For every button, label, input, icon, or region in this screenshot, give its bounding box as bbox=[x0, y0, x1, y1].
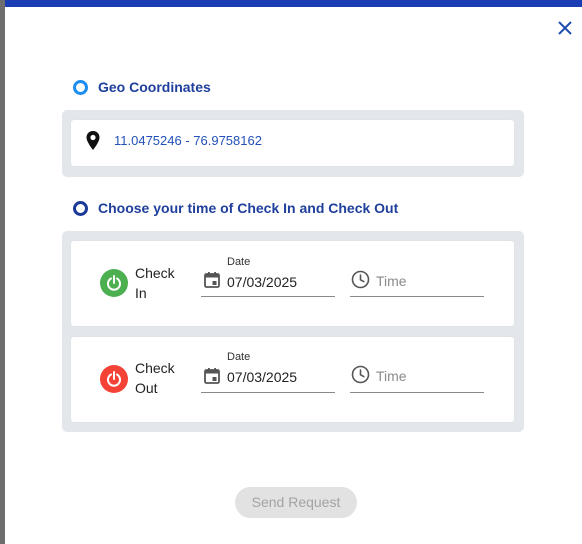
timing-section-title: Choose your time of Check In and Check O… bbox=[73, 200, 398, 216]
check-in-power-button[interactable] bbox=[100, 269, 128, 297]
check-out-time-placeholder: Time bbox=[376, 368, 407, 384]
calendar-icon bbox=[204, 368, 220, 384]
clock-icon bbox=[351, 270, 370, 289]
geo-coordinates-value: 11.0475246 - 76.9758162 bbox=[114, 133, 262, 148]
check-out-label-line1: Check bbox=[135, 360, 175, 376]
power-icon bbox=[107, 275, 121, 291]
check-out-date-value: 07/03/2025 bbox=[227, 369, 298, 385]
check-out-date-field[interactable]: Date 07/03/2025 bbox=[201, 351, 335, 393]
close-button[interactable] bbox=[556, 18, 574, 38]
geo-radio-icon bbox=[73, 79, 88, 95]
check-in-dialog: Geo Coordinates 11.0475246 - 76.9758162 … bbox=[5, 0, 582, 544]
check-in-time-placeholder: Time bbox=[376, 273, 407, 289]
timing-panel: Check In Date 07/03/2025 Time Check Out … bbox=[62, 231, 524, 432]
check-in-date-field[interactable]: Date 07/03/2025 bbox=[201, 256, 335, 297]
check-in-date-label: Date bbox=[227, 256, 251, 268]
geo-title-text: Geo Coordinates bbox=[98, 79, 211, 95]
check-out-power-button[interactable] bbox=[100, 365, 128, 393]
geo-panel: 11.0475246 - 76.9758162 bbox=[62, 110, 524, 177]
map-pin-icon bbox=[86, 131, 100, 150]
timing-title-text: Choose your time of Check In and Check O… bbox=[98, 200, 399, 216]
check-out-card: Check Out Date 07/03/2025 Time bbox=[71, 337, 514, 422]
geo-card: 11.0475246 - 76.9758162 bbox=[71, 120, 514, 166]
power-icon bbox=[107, 371, 121, 387]
check-out-time-field[interactable]: Time bbox=[350, 362, 484, 393]
check-in-card: Check In Date 07/03/2025 Time bbox=[71, 241, 514, 326]
calendar-icon bbox=[204, 272, 220, 288]
check-in-date-value: 07/03/2025 bbox=[227, 274, 298, 290]
check-out-label: Check Out bbox=[135, 358, 181, 398]
check-in-label: Check In bbox=[135, 263, 181, 303]
check-in-label-line1: Check bbox=[135, 265, 175, 281]
check-out-date-label: Date bbox=[227, 351, 251, 363]
check-in-label-line2: In bbox=[135, 285, 147, 301]
geo-section-title: Geo Coordinates bbox=[73, 79, 211, 95]
send-request-button[interactable]: Send Request bbox=[235, 487, 357, 518]
dialog-top-bar bbox=[5, 0, 582, 7]
timing-radio-icon bbox=[73, 200, 88, 216]
close-icon bbox=[558, 21, 572, 35]
clock-icon bbox=[351, 365, 370, 384]
check-in-time-field[interactable]: Time bbox=[350, 266, 484, 297]
check-out-label-line2: Out bbox=[135, 380, 158, 396]
